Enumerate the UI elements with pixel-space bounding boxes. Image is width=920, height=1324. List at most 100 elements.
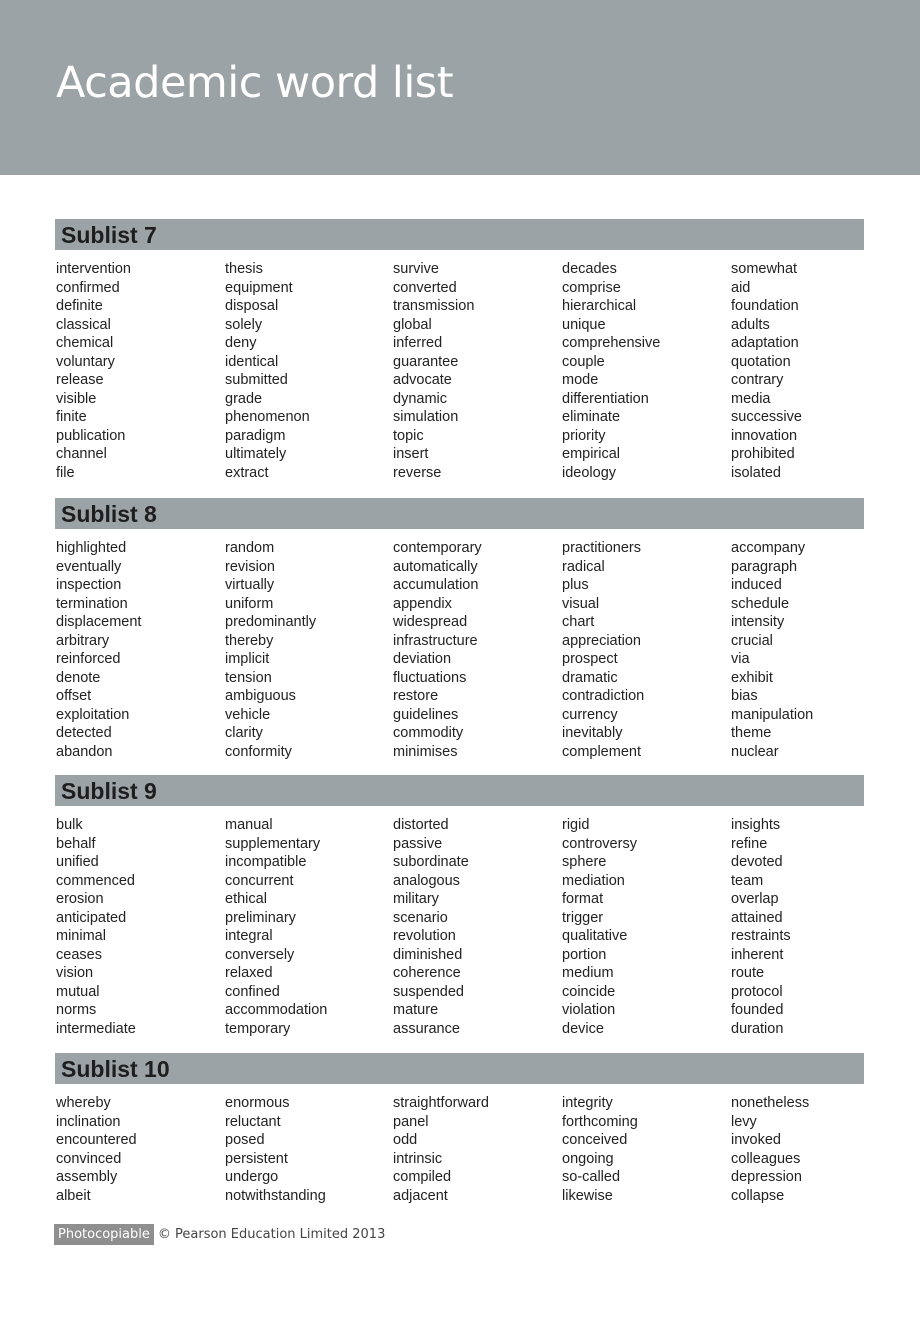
word-column: survive converted transmission global inferr… <box>393 260 474 482</box>
sublist-header: Sublist 8 <box>55 498 864 529</box>
word-item: inherent <box>731 946 784 963</box>
word-item: contrary <box>731 372 784 388</box>
word-item: thesis <box>225 261 263 277</box>
word-item: conceived <box>562 1132 628 1148</box>
word-column: bulk behalf unified commenced erosion anticip… <box>56 816 136 1038</box>
word-item: notwithstanding <box>225 1187 326 1204</box>
word-item: attained <box>731 909 783 926</box>
word-item: ongoing <box>562 1150 614 1167</box>
word-item: depression <box>731 1169 802 1185</box>
word-item: device <box>562 1020 604 1037</box>
word-item: submitted <box>225 372 288 388</box>
sublist-header: Sublist 7 <box>55 219 864 250</box>
word-item: complement <box>562 743 641 760</box>
word-item: distorted <box>393 817 449 833</box>
word-item: commodity <box>393 725 464 741</box>
word-item: invoked <box>731 1132 781 1148</box>
word-item: priority <box>562 427 606 444</box>
word-item: conformity <box>225 743 292 760</box>
word-item: theme <box>731 725 772 741</box>
word-item: collapse <box>731 1187 785 1204</box>
word-column: insights refine devoted team overlap attained… <box>731 816 791 1038</box>
word-item: detected <box>56 725 112 741</box>
word-item: route <box>731 965 765 981</box>
word-item: nonetheless <box>731 1095 810 1111</box>
word-item: preliminary <box>225 909 296 926</box>
word-item: military <box>393 891 439 907</box>
word-item: accompany <box>731 540 806 556</box>
word-item: encountered <box>56 1132 137 1148</box>
word-item: clarity <box>225 725 263 741</box>
word-item: paradigm <box>225 427 286 444</box>
word-item: finite <box>56 409 87 425</box>
sublist-section: Sublist 7 intervention confirmed definite cl… <box>55 219 864 490</box>
word-item: crucial <box>731 632 773 649</box>
word-item: arbitrary <box>56 632 110 649</box>
word-item: insights <box>731 817 781 833</box>
word-item: induced <box>731 577 782 593</box>
word-item: deny <box>225 335 257 351</box>
word-item: disposal <box>225 298 279 314</box>
word-item: revision <box>225 558 275 575</box>
word-item: posed <box>225 1132 265 1148</box>
word-item: successive <box>731 409 802 425</box>
word-item: subordinate <box>393 854 469 870</box>
footer: Photocopiable © Pearson Education Limite… <box>54 1223 385 1245</box>
sublist-title: Sublist 10 <box>61 1056 170 1082</box>
word-item: ethical <box>225 891 267 907</box>
word-item: mediation <box>562 872 625 889</box>
word-item: supplementary <box>225 835 321 852</box>
word-item: temporary <box>225 1020 291 1037</box>
word-item: practitioners <box>562 540 641 556</box>
word-item: refine <box>731 835 768 852</box>
word-item: guarantee <box>393 353 459 370</box>
word-item: bulk <box>56 817 83 833</box>
word-item: trigger <box>562 909 604 926</box>
sublist-section: Sublist 8 highlighted eventually inspection… <box>55 498 864 769</box>
sublist-title: Sublist 9 <box>61 778 157 804</box>
sublist-title: Sublist 7 <box>61 222 157 248</box>
word-item: aid <box>731 279 751 296</box>
word-item: confirmed <box>56 279 120 296</box>
word-item: assembly <box>56 1169 118 1185</box>
word-item: ideology <box>562 464 617 481</box>
word-columns: whereby inclination encountered convinced as… <box>55 1094 864 1324</box>
word-item: abandon <box>56 743 113 760</box>
sublist-title: Sublist 8 <box>61 501 157 527</box>
word-columns: intervention confirmed definite classical ch… <box>55 260 864 490</box>
word-column: thesis equipment disposal solely deny identic… <box>225 260 310 482</box>
page-title: Academic word list <box>56 58 454 108</box>
word-item: erosion <box>56 891 104 907</box>
word-item: reinforced <box>56 651 121 667</box>
word-column: practitioners radical plus visual chart appre… <box>562 539 644 761</box>
word-item: offset <box>56 688 92 704</box>
word-item: comprise <box>562 279 621 296</box>
word-item: intervention <box>56 261 131 277</box>
word-item: global <box>393 316 432 333</box>
word-item: infrastructure <box>393 632 478 649</box>
word-item: hierarchical <box>562 298 637 314</box>
word-item: prospect <box>562 651 618 667</box>
word-item: persistent <box>225 1150 288 1167</box>
word-item: advocate <box>393 372 452 388</box>
word-item: vision <box>56 965 94 981</box>
word-item: adaptation <box>731 335 799 351</box>
word-item: straightforward <box>393 1095 489 1111</box>
word-item: forthcoming <box>562 1113 638 1130</box>
word-item: comprehensive <box>562 335 661 351</box>
word-item: ceases <box>56 946 102 963</box>
word-item: intermediate <box>56 1020 136 1037</box>
word-column: random revision virtually uniform predominan… <box>225 539 316 761</box>
word-item: inspection <box>56 577 122 593</box>
word-item: eventually <box>56 558 122 575</box>
word-item: quotation <box>731 353 791 370</box>
word-item: format <box>562 891 604 907</box>
word-item: ultimately <box>225 446 287 462</box>
title-banner: Academic word list <box>0 0 920 175</box>
word-item: prohibited <box>731 446 795 462</box>
word-item: fluctuations <box>393 669 467 686</box>
word-item: simulation <box>393 409 459 425</box>
word-item: controversy <box>562 835 637 852</box>
word-item: coherence <box>393 965 461 981</box>
word-item: manipulation <box>731 706 814 723</box>
